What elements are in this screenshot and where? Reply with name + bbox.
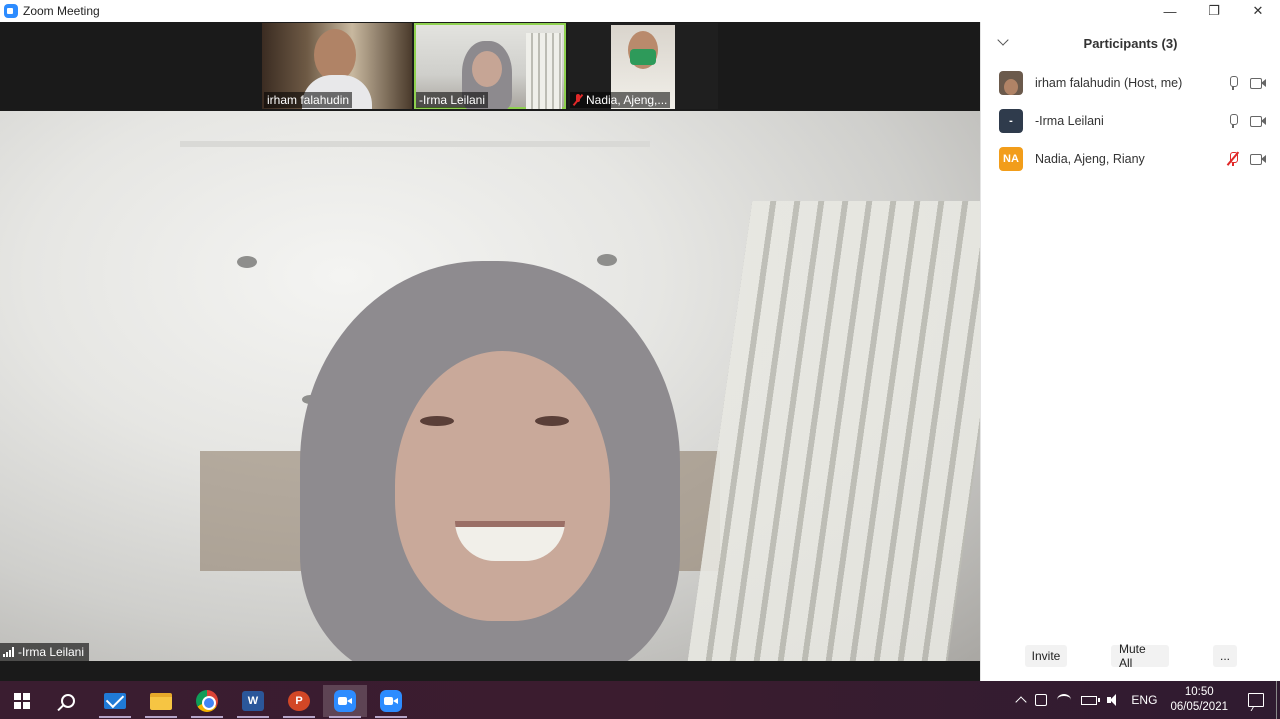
- participant-name: irham falahudin (Host, me): [1035, 76, 1183, 90]
- network-button[interactable]: [1052, 681, 1076, 719]
- participant-controls: [1226, 151, 1266, 166]
- avatar: -: [999, 109, 1023, 133]
- restore-button[interactable]: ❐: [1192, 0, 1236, 22]
- window-controls: — ❐ ✕: [1148, 0, 1280, 22]
- decorative-screen: [687, 201, 980, 661]
- video-thumbnail-irham[interactable]: irham falahudin: [262, 23, 412, 109]
- taskbar-mail[interactable]: [93, 685, 137, 718]
- chrome-icon: [196, 690, 218, 712]
- zoom-icon: [334, 690, 356, 712]
- speaker-eye: [535, 416, 569, 426]
- clock-date: 06/05/2021: [1170, 701, 1228, 713]
- show-hidden-icons-button[interactable]: [1012, 681, 1030, 719]
- main-speaker-video[interactable]: -Irma Leilani: [0, 111, 980, 661]
- taskbar-zoom[interactable]: [369, 685, 413, 718]
- powerpoint-icon: P: [288, 691, 310, 711]
- video-thumbnail-irma[interactable]: -Irma Leilani: [414, 23, 566, 109]
- start-button[interactable]: [0, 685, 44, 717]
- speaker-eye: [420, 416, 454, 426]
- notification-icon: [1248, 693, 1264, 707]
- avatar: NA: [999, 147, 1023, 171]
- participants-footer: Invite Mute All ...: [981, 642, 1280, 670]
- ceiling-lamp: [597, 254, 617, 266]
- mic-muted-icon: [573, 94, 583, 106]
- participant-controls: [1228, 114, 1266, 128]
- taskbar-word[interactable]: W: [231, 685, 275, 718]
- thumbnail-name-label: -Irma Leilani: [416, 92, 489, 108]
- system-tray: ENG 10:50 06/05/2021: [1012, 681, 1280, 719]
- participant-row[interactable]: NA Nadia, Ajeng, Riany: [981, 140, 1280, 178]
- participants-header: Participants (3): [981, 22, 1280, 64]
- speaker-face: [395, 351, 610, 621]
- mute-all-button[interactable]: Mute All: [1111, 642, 1169, 670]
- zoom-icon: [380, 690, 402, 712]
- more-options-button[interactable]: ...: [1213, 645, 1237, 667]
- mail-icon: [104, 693, 126, 709]
- meeting-area: irham falahudin -Irma Leilani Nadia, Aje…: [0, 22, 980, 681]
- windows-logo-icon: [14, 693, 30, 709]
- volume-button[interactable]: [1102, 681, 1126, 719]
- taskbar-powerpoint[interactable]: P: [277, 685, 321, 718]
- speaker-icon: [1107, 694, 1121, 706]
- microphone-icon[interactable]: [1228, 76, 1238, 90]
- windows-taskbar: W P ENG 10:50 06/05/2021: [0, 681, 1280, 719]
- thumbnail-name-label: Nadia, Ajeng,...: [570, 92, 671, 108]
- participant-video: [314, 29, 356, 81]
- title-bar: Zoom Meeting — ❐ ✕: [0, 0, 1280, 22]
- input-language[interactable]: ENG: [1126, 681, 1162, 719]
- zoom-logo-icon: [4, 4, 18, 18]
- avatar-photo: [1004, 79, 1018, 95]
- word-icon: W: [242, 691, 264, 711]
- camera-icon[interactable]: [1250, 154, 1266, 165]
- participant-face: [472, 51, 502, 87]
- notifications-button[interactable]: [1236, 681, 1276, 719]
- battery-icon: [1081, 695, 1101, 705]
- participant-name: Nadia, Ajeng, Riany: [1035, 152, 1145, 166]
- window-title: Zoom Meeting: [23, 4, 100, 18]
- meet-now-button[interactable]: [1030, 681, 1052, 719]
- camera-icon[interactable]: [1250, 78, 1266, 89]
- minimize-button[interactable]: —: [1148, 0, 1192, 22]
- show-desktop-button[interactable]: [1276, 681, 1280, 719]
- folder-icon: [150, 692, 172, 710]
- clock[interactable]: 10:50 06/05/2021: [1162, 685, 1236, 715]
- avatar: [999, 71, 1023, 95]
- thumbnail-name-label: irham falahudin: [264, 92, 353, 108]
- taskbar-chrome[interactable]: [185, 685, 229, 718]
- video-thumbnail-nadia[interactable]: Nadia, Ajeng,...: [568, 23, 718, 109]
- wifi-icon: [1057, 694, 1072, 706]
- camera-icon[interactable]: [1250, 116, 1266, 127]
- battery-button[interactable]: [1076, 681, 1102, 719]
- taskbar-file-explorer[interactable]: [139, 685, 183, 718]
- search-button[interactable]: [46, 685, 90, 717]
- participants-panel: Participants (3) irham falahudin (Host, …: [980, 22, 1280, 681]
- meet-now-icon: [1035, 694, 1048, 706]
- participants-title: Participants (3): [1083, 35, 1178, 51]
- main-speaker-name-label: -Irma Leilani: [0, 643, 90, 661]
- clock-time: 10:50: [1184, 686, 1214, 698]
- microphone-icon[interactable]: [1228, 114, 1238, 128]
- connection-signal-icon: [3, 647, 14, 657]
- participant-controls: [1228, 76, 1266, 90]
- thumbnail-strip: irham falahudin -Irma Leilani Nadia, Aje…: [0, 22, 980, 111]
- close-button[interactable]: ✕: [1236, 0, 1280, 22]
- chevron-up-icon: [1015, 696, 1028, 708]
- participant-name: -Irma Leilani: [1035, 114, 1104, 128]
- microphone-muted-icon[interactable]: [1226, 151, 1239, 166]
- taskbar-zoom-meeting[interactable]: [323, 685, 367, 718]
- search-icon: [61, 694, 75, 708]
- participant-row[interactable]: - -Irma Leilani: [981, 102, 1280, 140]
- face-mask: [630, 49, 656, 65]
- background-panel: [526, 33, 562, 109]
- participant-row[interactable]: irham falahudin (Host, me): [981, 64, 1280, 102]
- invite-button[interactable]: Invite: [1025, 645, 1067, 667]
- ceiling-lamp: [237, 256, 257, 268]
- ceiling-detail: [180, 141, 650, 147]
- meeting-bottom-bar: [0, 661, 980, 681]
